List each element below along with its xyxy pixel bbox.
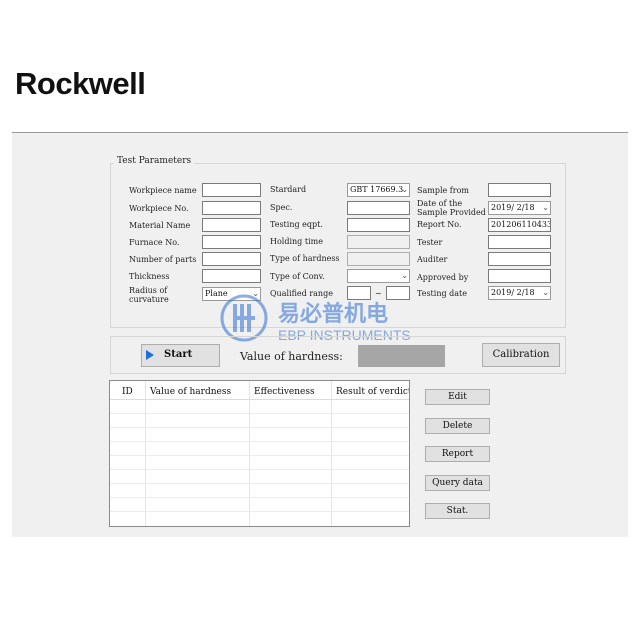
testing-date-value: 2019/ 2/18 (491, 288, 535, 297)
chevron-down-icon: ⌄ (401, 271, 408, 280)
type-of-conv-label: Type of Conv. (270, 272, 325, 281)
chevron-down-icon: ⌄ (542, 203, 549, 212)
edit-button[interactable]: Edit (425, 389, 490, 405)
header-divider (110, 399, 409, 400)
radius-label-line1: Radius of (129, 286, 168, 295)
type-of-conv-select[interactable]: ⌄ (347, 269, 410, 283)
column-divider (145, 381, 146, 526)
workpiece-no-input[interactable] (202, 201, 261, 215)
report-button[interactable]: Report (425, 446, 490, 462)
hardness-value-display (358, 345, 445, 367)
chevron-down-icon: ⌄ (401, 185, 408, 194)
column-header-id[interactable]: ID (122, 387, 133, 397)
testing-eqpt-label: Testing eqpt. (270, 220, 323, 229)
testing-eqpt-input[interactable] (347, 218, 410, 232)
furnace-no-input[interactable] (202, 235, 261, 249)
row-divider (110, 469, 409, 470)
row-divider (110, 511, 409, 512)
auditer-input[interactable] (488, 252, 551, 266)
number-of-parts-input[interactable] (202, 252, 261, 266)
sample-from-input[interactable] (488, 183, 551, 197)
workpiece-name-input[interactable] (202, 183, 261, 197)
row-divider (110, 497, 409, 498)
column-header-result[interactable]: Result of verdict (336, 387, 409, 397)
thickness-label: Thickness (129, 272, 170, 281)
row-divider (110, 455, 409, 456)
row-divider (110, 427, 409, 428)
standard-label: Stardard (270, 185, 307, 194)
standard-select[interactable]: GBT 17669.3 ⌄ (347, 183, 410, 197)
query-data-button[interactable]: Query data (425, 475, 490, 491)
row-divider (110, 441, 409, 442)
row-divider (110, 483, 409, 484)
date-provided-value: 2019/ 2/18 (491, 203, 535, 212)
column-divider (249, 381, 250, 526)
workpiece-no-label: Workpiece No. (129, 204, 189, 213)
type-of-hardness-input[interactable] (347, 252, 410, 266)
results-table[interactable]: ID Value of hardness Effectiveness Resul… (109, 380, 410, 527)
furnace-no-label: Furnace No. (129, 238, 180, 247)
approved-by-label: Approved by (417, 273, 469, 282)
watermark-cn-text: 易必普机电 (278, 301, 388, 327)
holding-time-label: Holding time (270, 237, 323, 246)
tester-input[interactable] (488, 235, 551, 249)
approved-by-input[interactable] (488, 269, 551, 283)
report-no-input[interactable]: 2012061104334 (488, 218, 551, 232)
date-provided-label-line1: Date of the (417, 199, 463, 208)
spec-label: Spec. (270, 203, 293, 212)
chevron-down-icon: ⌄ (542, 288, 549, 297)
testing-date-picker[interactable]: 2019/ 2/18 ⌄ (488, 286, 551, 300)
material-name-input[interactable] (202, 218, 261, 232)
workpiece-name-label: Workpiece name (129, 186, 197, 195)
play-icon (146, 350, 154, 360)
sample-from-label: Sample from (417, 186, 469, 195)
number-of-parts-label: Number of parts (129, 255, 197, 264)
column-header-effectiveness[interactable]: Effectiveness (254, 387, 315, 397)
start-button[interactable]: Start (141, 344, 220, 367)
stat-button[interactable]: Stat. (425, 503, 490, 519)
row-divider (110, 413, 409, 414)
report-no-label: Report No. (417, 220, 462, 229)
hardness-value-label: Value of hardness: (240, 350, 343, 363)
column-header-hardness[interactable]: Value of hardness (150, 387, 231, 397)
thickness-input[interactable] (202, 269, 261, 283)
calibration-button[interactable]: Calibration (482, 343, 560, 367)
column-divider (331, 381, 332, 526)
date-provided-label-line2: Sample Provided (417, 208, 486, 217)
standard-select-value: GBT 17669.3 (350, 185, 404, 194)
type-of-hardness-label: Type of hardness (270, 254, 340, 263)
material-name-label: Material Name (129, 221, 191, 230)
page-heading: Rockwell (15, 66, 146, 101)
delete-button[interactable]: Delete (425, 418, 490, 434)
radius-label-line2: curvature (129, 295, 169, 304)
holding-time-input[interactable] (347, 235, 410, 249)
tester-label: Tester (417, 238, 443, 247)
start-button-label: Start (164, 349, 193, 360)
spec-input[interactable] (347, 201, 410, 215)
auditer-label: Auditer (417, 255, 448, 264)
group-title: Test Parameters (114, 156, 195, 166)
date-provided-picker[interactable]: 2019/ 2/18 ⌄ (488, 201, 551, 215)
